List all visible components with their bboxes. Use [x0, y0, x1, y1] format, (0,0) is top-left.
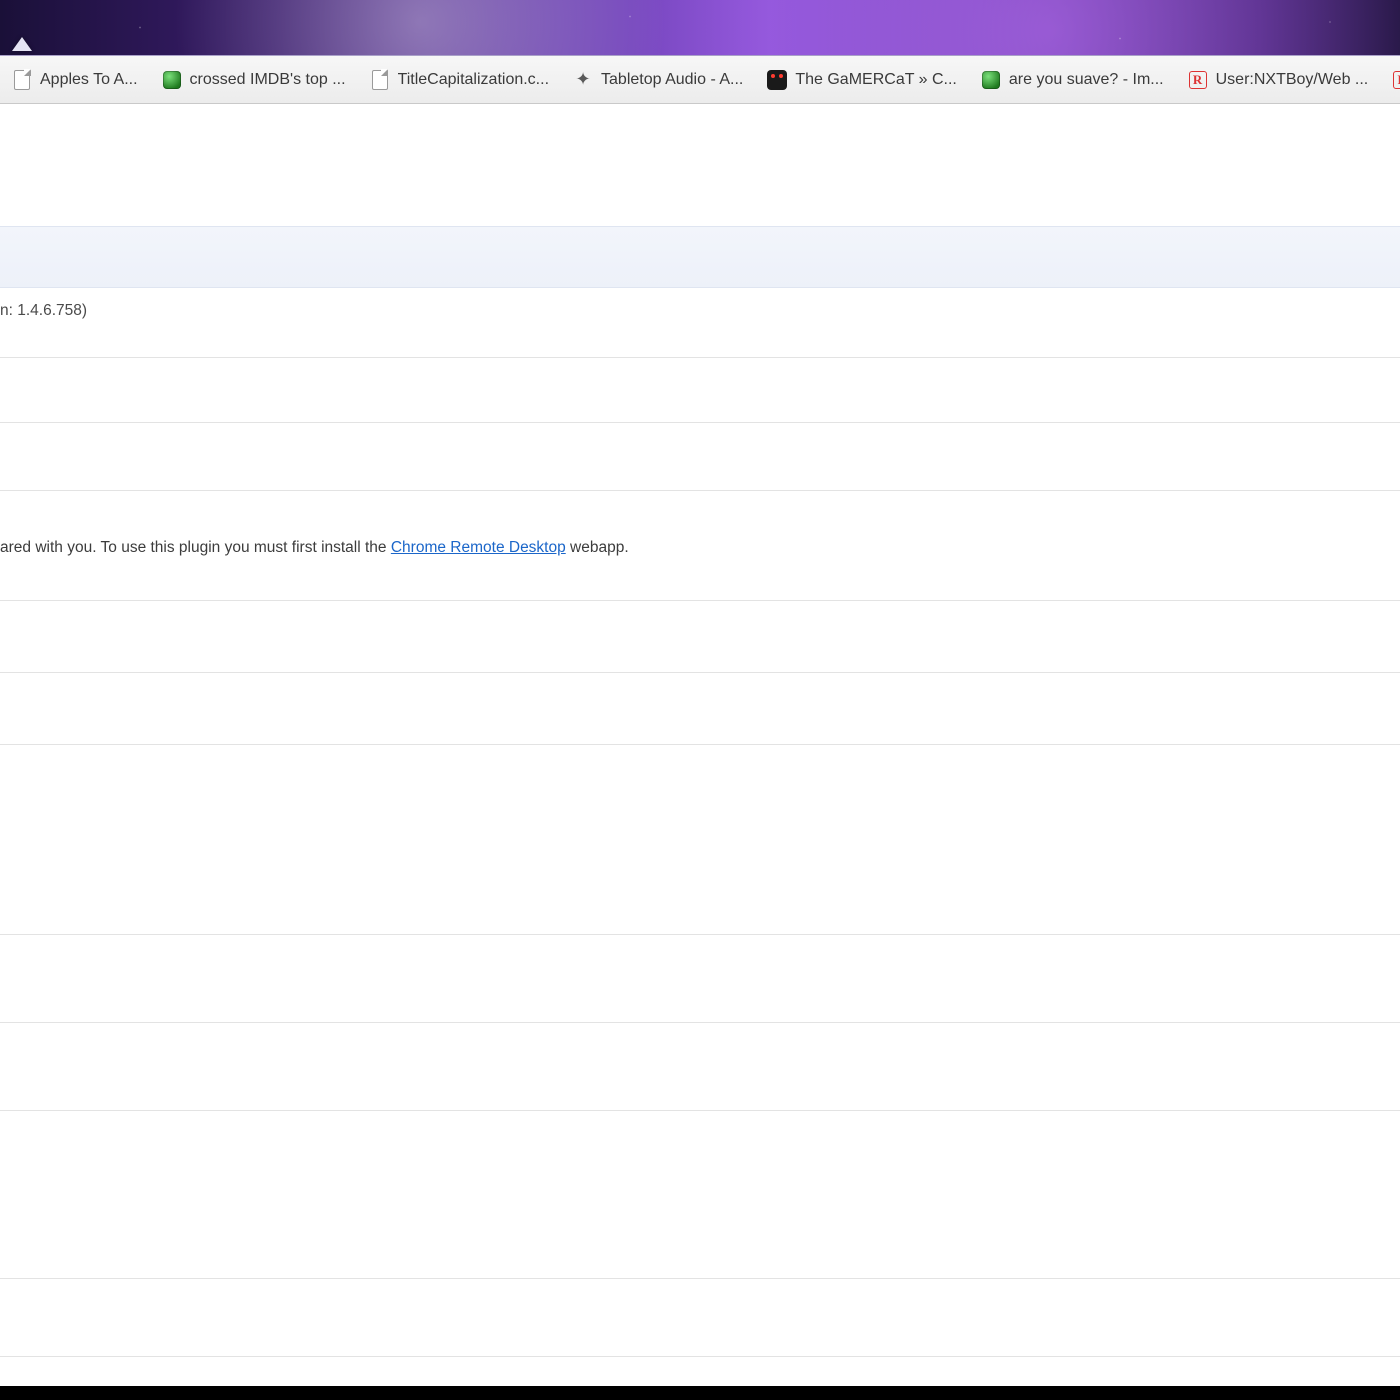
row-separator: [0, 600, 1400, 601]
row-separator: [0, 1278, 1400, 1279]
chrome-remote-desktop-link[interactable]: Chrome Remote Desktop: [391, 539, 566, 556]
bookmark-label: crossed IMDB's top ...: [190, 71, 346, 89]
bookmark-user-nxtboy[interactable]: R User:NXTBoy/Web ...: [1178, 64, 1379, 96]
row-separator: [0, 744, 1400, 745]
recorder-triangle-icon: [12, 37, 32, 51]
row-separator: [0, 490, 1400, 491]
plugin-version-text: n: 1.4.6.758): [0, 302, 87, 320]
bookmark-label: User:NXTBoy/Web ...: [1216, 71, 1369, 89]
green-dot-icon: [981, 70, 1001, 90]
page-icon: [370, 70, 390, 90]
bookmark-label: Apples To A...: [40, 71, 138, 89]
bookmark-crossed-imdb[interactable]: crossed IMDB's top ...: [152, 64, 356, 96]
plugin-description-prefix: ared with you. To use this plugin you mu…: [0, 539, 391, 556]
bookmark-titlecapitalization[interactable]: TitleCapitalization.c...: [360, 64, 559, 96]
page-content: n: 1.4.6.758) ared with you. To use this…: [0, 104, 1400, 1400]
row-separator: [0, 1356, 1400, 1357]
bookmark-are-you-suave[interactable]: are you suave? - Im...: [971, 64, 1174, 96]
bookmark-label: The GaMERCaT » C...: [795, 71, 957, 89]
bookmark-change-log[interactable]: R Change log -: [1382, 64, 1400, 96]
plugin-description-suffix: webapp.: [566, 539, 629, 556]
bookmark-label: Tabletop Audio - A...: [601, 71, 743, 89]
tabletop-icon: ✦: [573, 69, 593, 89]
bookmark-label: TitleCapitalization.c...: [398, 71, 549, 89]
r-icon: R: [1392, 70, 1400, 90]
bookmarks-bar: Apples To A... crossed IMDB's top ... Ti…: [0, 56, 1400, 104]
page-icon: [12, 70, 32, 90]
bookmark-label: are you suave? - Im...: [1009, 71, 1164, 89]
green-dot-icon: [162, 70, 182, 90]
taskbar-strip: [0, 1386, 1400, 1400]
row-separator: [0, 422, 1400, 423]
section-header-band: [0, 226, 1400, 288]
row-separator: [0, 357, 1400, 358]
r-icon: R: [1188, 70, 1208, 90]
bookmark-apples-to-a[interactable]: Apples To A...: [2, 64, 148, 96]
row-separator: [0, 672, 1400, 673]
window-titlebar[interactable]: [0, 0, 1400, 56]
bookmark-gamercat[interactable]: The GaMERCaT » C...: [757, 64, 967, 96]
bookmark-tabletop-audio[interactable]: ✦ Tabletop Audio - A...: [563, 64, 753, 96]
row-separator: [0, 934, 1400, 935]
row-separator: [0, 1022, 1400, 1023]
row-separator: [0, 1110, 1400, 1111]
cat-icon: [767, 70, 787, 90]
plugin-description: ared with you. To use this plugin you mu…: [0, 536, 1380, 561]
